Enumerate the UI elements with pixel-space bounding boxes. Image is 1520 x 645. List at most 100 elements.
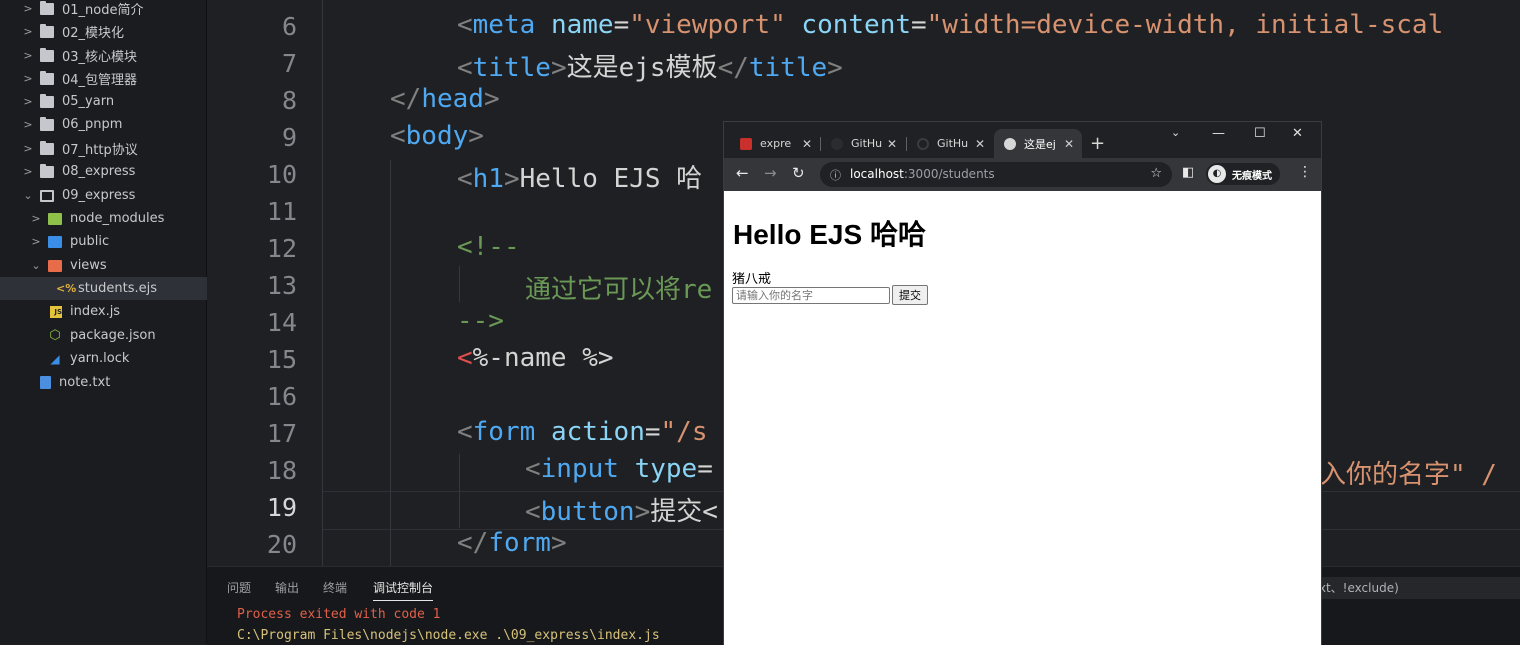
code-line-10: <h1>Hello EJS 哈 — [457, 158, 702, 195]
browser-tab-ejs-active[interactable]: 这是ej ✕ — [994, 129, 1082, 158]
code-line-12: <!-- — [457, 232, 520, 262]
info-icon[interactable]: ⓘ — [830, 167, 841, 183]
close-icon[interactable]: ✕ — [887, 137, 897, 151]
profile-label: 无痕模式 — [1232, 170, 1272, 182]
side-panel-icon[interactable]: ◧ — [1182, 165, 1194, 180]
line-number: 7 — [281, 49, 297, 78]
browser-page: Hello EJS 哈哈 猪八戒 提交 — [724, 191, 1321, 645]
tab-title: expre — [760, 137, 792, 150]
code-token: title — [472, 53, 551, 83]
code-line-9: <body> — [390, 121, 484, 151]
folder-icon — [40, 0, 54, 15]
terminal-line-exit: Process exited with code 1 — [237, 607, 441, 622]
tree-item-label: 07_http协议 — [62, 143, 138, 158]
tree-folder-02[interactable]: >02_模块化 — [0, 20, 228, 43]
chevron-right-icon: > — [23, 72, 33, 85]
close-icon[interactable]: ✕ — [975, 137, 985, 151]
express-favicon-icon — [740, 137, 752, 150]
code-token: name — [550, 10, 614, 40]
chevron-down-icon: ⌄ — [23, 189, 33, 202]
tree-folder-public[interactable]: > public — [0, 230, 236, 253]
maximize-icon[interactable]: ☐ — [1254, 126, 1266, 141]
tab-search-icon[interactable]: ⌄ — [1171, 126, 1180, 139]
line-number: 13 — [266, 271, 297, 300]
tree-folder-01[interactable]: >01_node简介 — [0, 0, 228, 20]
tree-folder-05[interactable]: >05_yarn — [0, 90, 228, 113]
code-token: > — [827, 53, 843, 83]
submit-button[interactable]: 提交 — [892, 285, 928, 305]
tree-folder-07[interactable]: >07_http协议 — [0, 137, 228, 160]
chevron-right-icon: > — [23, 95, 33, 108]
indent-guide — [459, 266, 460, 302]
code-token: "width=device-width, initial-scal — [926, 10, 1444, 40]
student-name: 猪八戒 — [732, 271, 772, 286]
code-token: head — [421, 84, 484, 114]
line-number: 20 — [266, 530, 297, 559]
code-line-13: 通过它可以将re — [525, 275, 713, 305]
close-icon[interactable]: ✕ — [802, 137, 812, 151]
node-folder-icon — [48, 212, 62, 225]
debug-filter-input[interactable]: text、!exclude) — [1297, 577, 1520, 599]
code-token: < — [457, 164, 473, 194]
code-token: </ — [457, 528, 489, 558]
code-token: action — [550, 417, 645, 447]
folder-icon — [40, 163, 54, 178]
new-tab-button[interactable]: + — [1090, 129, 1114, 158]
panel-tab-problems[interactable]: 问题 — [227, 579, 251, 596]
tree-folder-03[interactable]: >03_核心模块 — [0, 44, 228, 67]
browser-tab-github-1[interactable]: GitHu ✕ — [821, 129, 905, 158]
address-bar[interactable]: ⓘ localhost:3000/students ☆ — [820, 162, 1172, 187]
yarn-file-icon: ◢ — [50, 351, 60, 366]
close-icon[interactable]: ✕ — [1064, 137, 1074, 151]
browser-tab-express[interactable]: expre ✕ — [730, 129, 820, 158]
forward-arrow-icon[interactable]: → — [764, 164, 777, 182]
tree-item-label: students.ejs — [78, 281, 157, 296]
panel-tab-debug-console[interactable]: 调试控制台 — [373, 579, 434, 601]
code-token: type — [634, 454, 698, 484]
tree-item-label: node_modules — [70, 211, 165, 226]
indent-guide — [322, 0, 323, 566]
chevron-right-icon: > — [31, 212, 41, 225]
tree-folder-08[interactable]: >08_express — [0, 160, 228, 183]
tree-item-label: 09_express — [62, 188, 136, 203]
chevron-right-icon: > — [23, 118, 33, 131]
tree-item-label: 06_pnpm — [62, 117, 123, 132]
chevron-right-icon: > — [23, 142, 33, 155]
terminal-line-command: C:\Program Files\nodejs\node.exe .\09_ex… — [237, 628, 660, 643]
incognito-profile-button[interactable]: ◐ 无痕模式 — [1206, 163, 1280, 185]
tree-item-label: 05_yarn — [62, 94, 115, 109]
minimize-icon[interactable]: — — [1212, 126, 1225, 141]
menu-dots-icon[interactable]: ⋮ — [1298, 164, 1312, 180]
code-token: h1 — [472, 164, 504, 194]
browser-tab-github-2[interactable]: GitHu ✕ — [907, 129, 993, 158]
tree-folder-04[interactable]: >04_包管理器 — [0, 67, 228, 90]
code-token: title — [748, 53, 828, 83]
reload-icon[interactable]: ↻ — [792, 164, 805, 182]
tree-item-label: 03_核心模块 — [62, 50, 138, 65]
code-token: = — [613, 10, 630, 40]
line-number: 18 — [266, 456, 297, 485]
code-token: </ — [390, 84, 422, 114]
tree-folder-06[interactable]: >06_pnpm — [0, 113, 228, 136]
panel-tab-terminal[interactable]: 终端 — [323, 579, 347, 596]
window-close-icon[interactable]: ✕ — [1292, 126, 1303, 141]
name-input[interactable] — [732, 287, 890, 304]
panel-tab-output[interactable]: 输出 — [275, 579, 299, 596]
bookmark-star-icon[interactable]: ☆ — [1150, 166, 1162, 181]
code-line-18-tail: 入你的名字" / — [1320, 460, 1497, 490]
code-token: = — [644, 417, 661, 447]
line-number: 9 — [281, 123, 297, 152]
folder-icon — [40, 140, 54, 155]
tree-item-label: 04_包管理器 — [62, 73, 138, 88]
code-token: > — [550, 53, 567, 83]
tree-folder-node-modules[interactable]: > node_modules — [0, 207, 236, 230]
back-arrow-icon[interactable]: ← — [736, 164, 749, 182]
code-token: = — [697, 454, 713, 484]
tree-item-label: public — [70, 234, 110, 249]
tree-folder-09[interactable]: ⌄ 09_express — [0, 184, 228, 207]
tree-item-label: package.json — [70, 328, 156, 343]
tree-folder-views[interactable]: ⌄ views — [0, 254, 236, 277]
